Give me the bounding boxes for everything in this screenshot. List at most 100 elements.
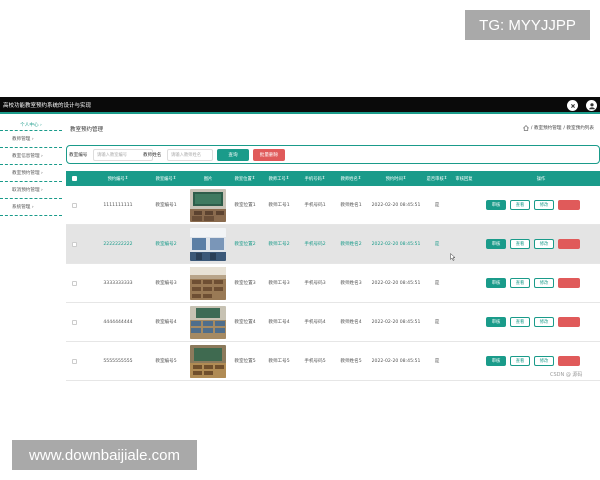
cell-room: 教室编号5 xyxy=(155,359,177,364)
cell-room: 教室编号3 xyxy=(155,281,177,286)
select-all-checkbox[interactable] xyxy=(70,171,78,186)
row-actions: 审核 查看 修改 xyxy=(486,303,580,341)
edit-button[interactable]: 修改 xyxy=(534,317,554,327)
sidebar: 个人中心 › 教师管理 › 教室信息管理 › 教室预约管理 › 取消预约管理 ›… xyxy=(0,119,62,216)
cell-teacher: 教师姓名5 xyxy=(340,359,362,364)
delete-button[interactable] xyxy=(558,239,580,249)
cell-reply xyxy=(452,264,476,302)
audit-button[interactable]: 审核 xyxy=(486,239,506,249)
cell-audited: 是 xyxy=(434,281,440,286)
cell-location: 教室位置5 xyxy=(234,359,256,364)
sidebar-item-reservations[interactable]: 教室预约管理 › xyxy=(0,165,62,182)
user-icon[interactable] xyxy=(586,100,597,111)
cell-audited: 是 xyxy=(434,203,440,208)
row-actions: 审核 查看 修改 xyxy=(486,225,580,263)
delete-button[interactable] xyxy=(558,356,580,366)
delete-button[interactable] xyxy=(558,200,580,210)
row-checkbox[interactable] xyxy=(70,186,78,224)
row-checkbox[interactable] xyxy=(70,264,78,302)
table-row[interactable]: 1111111111 教室编号1 教室位置1 教师工号1 手机号码1 教师姓名1… xyxy=(66,186,600,225)
edit-button[interactable]: 修改 xyxy=(534,200,554,210)
table-header: 预约编号 ⇕ 教室编号 ⇕ 图片 教室位置 ⇕ 教师工号 ⇕ 手机号码 ⇕ 教师姓名 ⇕ 预… xyxy=(66,171,600,186)
sidebar-item-profile[interactable]: 个人中心 › xyxy=(0,119,62,131)
delete-button[interactable] xyxy=(558,278,580,288)
sidebar-item-cancellations[interactable]: 取消预约管理 › xyxy=(0,182,62,199)
table-row[interactable]: 5555555555 教室编号5 教室位置5 教师工号5 手机号码5 教师姓名5… xyxy=(66,342,600,381)
sidebar-item-classrooms[interactable]: 教室信息管理 › xyxy=(0,148,62,165)
audit-button[interactable]: 审核 xyxy=(486,278,506,288)
top-bar: 高校功能教室预约系统的设计与实现 xyxy=(0,97,600,114)
cell-teacher: 教师姓名4 xyxy=(340,320,362,325)
home-icon[interactable] xyxy=(522,125,529,131)
cell-id: 1111111111 xyxy=(103,202,133,208)
room-no-label: 教室编号 xyxy=(69,153,88,158)
header-id[interactable]: 预约编号 ⇕ xyxy=(96,171,140,186)
cell-time: 2022-02-20 08:45:51 xyxy=(371,202,421,208)
search-button[interactable]: 查询 xyxy=(217,149,249,161)
cell-time: 2022-02-20 08:45:51 xyxy=(371,319,421,325)
header-reply: 审核回复 xyxy=(455,176,473,182)
cell-reply xyxy=(452,186,476,224)
teacher-name-input[interactable]: 请输入教师姓名 xyxy=(167,149,213,161)
breadcrumb-item[interactable]: / 教室预约管理 xyxy=(531,125,562,131)
page-title: 教室预约管理 xyxy=(70,127,104,133)
header-audited[interactable]: 是否审核 ⇕ xyxy=(424,171,450,186)
cell-id: 2222222222 xyxy=(103,241,133,247)
app-window: 高校功能教室预约系统的设计与实现 个人中心 › 教师管理 › 教室信息管理 › … xyxy=(0,97,600,387)
cell-teacher: 教师姓名2 xyxy=(340,242,362,247)
cell-teacher-no: 教师工号3 xyxy=(268,281,290,286)
cell-room: 教室编号2 xyxy=(155,242,177,247)
edit-button[interactable]: 修改 xyxy=(534,278,554,288)
cell-teacher-no: 教师工号1 xyxy=(268,203,290,208)
delete-button[interactable] xyxy=(558,317,580,327)
header-actions: 操作 xyxy=(536,176,546,182)
audit-button[interactable]: 审核 xyxy=(486,356,506,366)
edit-button[interactable]: 修改 xyxy=(534,356,554,366)
watermark-top: TG: MYYJJPP xyxy=(465,10,590,40)
cell-audited: 是 xyxy=(434,359,440,364)
mouse-cursor-icon xyxy=(450,253,456,261)
header-time[interactable]: 预约时间 ⇕ xyxy=(370,171,422,186)
batch-delete-button[interactable]: 批量删除 xyxy=(253,149,285,161)
audit-button[interactable]: 审核 xyxy=(486,317,506,327)
table-row[interactable]: 2222222222 教室编号2 教室位置2 教师工号2 手机号码2 教师姓名2… xyxy=(66,225,600,264)
sidebar-item-system[interactable]: 系统管理 › xyxy=(0,199,62,216)
view-button[interactable]: 查看 xyxy=(510,278,530,288)
cell-reply xyxy=(452,303,476,341)
sidebar-item-teachers[interactable]: 教师管理 › xyxy=(0,131,62,148)
view-button[interactable]: 查看 xyxy=(510,200,530,210)
cell-phone: 手机号码1 xyxy=(304,203,326,208)
edit-button[interactable]: 修改 xyxy=(534,239,554,249)
cell-id: 4444444444 xyxy=(103,319,133,325)
cell-reply xyxy=(452,342,476,380)
cell-location: 教室位置1 xyxy=(234,203,256,208)
cell-audited: 是 xyxy=(434,242,440,247)
cell-phone: 手机号码4 xyxy=(304,320,326,325)
classroom-photo xyxy=(190,186,226,224)
header-room[interactable]: 教室编号 ⇕ xyxy=(146,171,186,186)
row-checkbox[interactable] xyxy=(70,225,78,263)
row-checkbox[interactable] xyxy=(70,342,78,380)
header-phone[interactable]: 手机号码 ⇕ xyxy=(298,171,332,186)
header-photo: 图片 xyxy=(203,176,213,182)
header-teacher-no[interactable]: 教师工号 ⇕ xyxy=(262,171,296,186)
table-row[interactable]: 3333333333 教室编号3 教室位置3 教师工号3 手机号码3 教师姓名3… xyxy=(66,264,600,303)
view-button[interactable]: 查看 xyxy=(510,239,530,249)
row-actions: 审核 查看 修改 xyxy=(486,264,580,302)
view-button[interactable]: 查看 xyxy=(510,317,530,327)
cell-location: 教室位置3 xyxy=(234,281,256,286)
cell-teacher: 教师姓名3 xyxy=(340,281,362,286)
row-checkbox[interactable] xyxy=(70,303,78,341)
header-teacher[interactable]: 教师姓名 ⇕ xyxy=(334,171,368,186)
audit-button[interactable]: 审核 xyxy=(486,200,506,210)
classroom-photo xyxy=(190,303,226,341)
close-icon[interactable] xyxy=(567,100,578,111)
breadcrumb: / 教室预约管理 / 教室预约列表 xyxy=(522,125,594,131)
table-row[interactable]: 4444444444 教室编号4 教室位置4 教师工号4 手机号码4 教师姓名4… xyxy=(66,303,600,342)
cell-teacher-no: 教师工号2 xyxy=(268,242,290,247)
header-location[interactable]: 教室位置 ⇕ xyxy=(228,171,262,186)
csdn-watermark: CSDN @ 源码 xyxy=(550,372,583,378)
app-title: 高校功能教室预约系统的设计与实现 xyxy=(3,103,92,109)
view-button[interactable]: 查看 xyxy=(510,356,530,366)
search-bar: 教室编号 请输入教室编号 教师姓名 请输入教师姓名 查询 批量删除 xyxy=(66,145,600,164)
